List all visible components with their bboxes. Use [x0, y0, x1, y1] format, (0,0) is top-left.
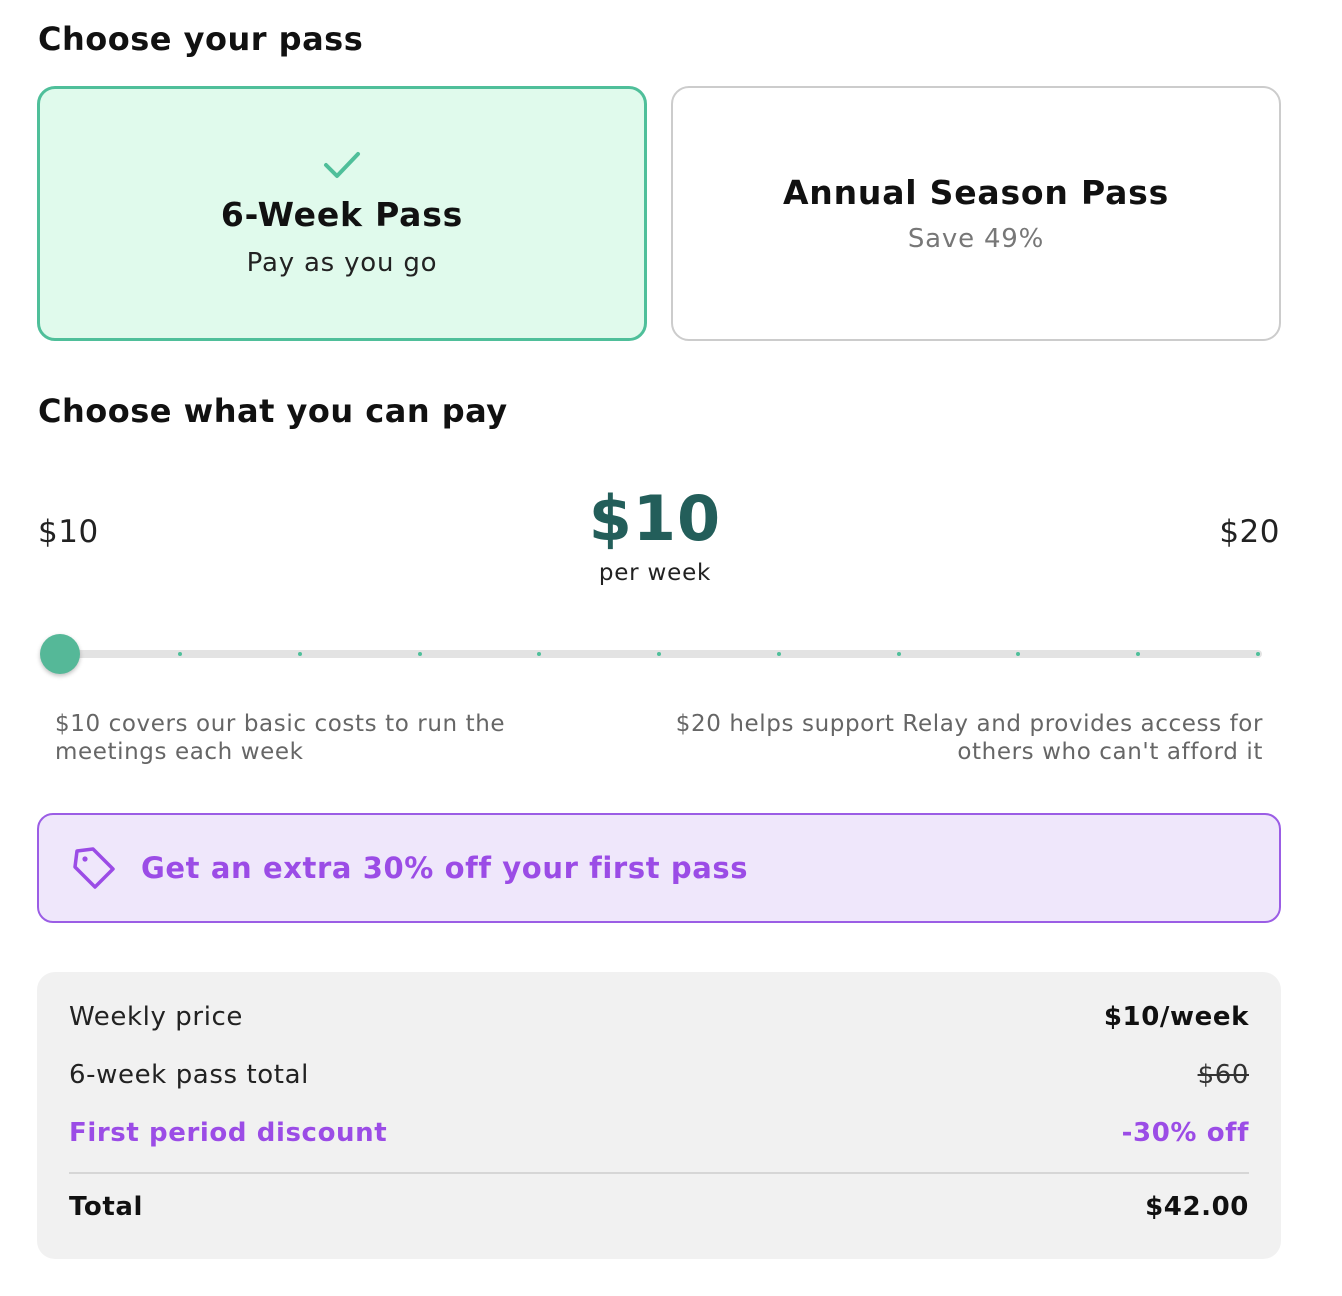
summary-row-discount: First period discount -30% off: [69, 1118, 1249, 1148]
choose-pass-heading: Choose your pass: [38, 20, 364, 58]
summary-label: First period discount: [69, 1118, 388, 1148]
slider-tick: [417, 652, 422, 656]
slider-track[interactable]: [40, 650, 1262, 658]
price-summary: Weekly price $10/week 6-week pass total …: [37, 972, 1281, 1259]
price-slider[interactable]: [40, 632, 1262, 676]
pass-title: Annual Season Pass: [782, 173, 1170, 212]
slider-tick: [297, 652, 302, 656]
price-unit-label: per week: [598, 560, 712, 586]
summary-divider: [69, 1172, 1249, 1174]
summary-row-total: Total $42.00: [69, 1192, 1249, 1222]
pass-subtitle: Save 49%: [907, 224, 1045, 254]
summary-value: -30% off: [1121, 1118, 1249, 1148]
check-icon: [324, 152, 360, 178]
pass-option-annual[interactable]: Annual Season Pass Save 49%: [671, 86, 1281, 341]
min-price-note: $10 covers our basic costs to run the me…: [55, 711, 506, 765]
slider-tick: [178, 652, 182, 656]
max-price-note: $20 helps support Relay and provides acc…: [675, 711, 1263, 765]
summary-value: $42.00: [1145, 1192, 1249, 1222]
promo-text: Get an extra 30% off your first pass: [141, 851, 749, 885]
summary-value-struck: $60: [1197, 1060, 1249, 1090]
pass-title: 6-Week Pass: [220, 195, 464, 234]
tag-icon: [73, 847, 115, 889]
pass-option-6-week[interactable]: 6-Week Pass Pay as you go: [37, 86, 647, 341]
pass-subtitle: Pay as you go: [246, 248, 438, 278]
summary-label: 6-week pass total: [69, 1060, 309, 1090]
price-max-label: $20: [1219, 514, 1280, 550]
summary-row-pass-total: 6-week pass total $60: [69, 1060, 1249, 1090]
summary-value: $10/week: [1103, 1002, 1249, 1032]
slider-tick: [776, 652, 781, 656]
current-price: $10: [588, 482, 722, 555]
slider-thumb[interactable]: [40, 634, 80, 674]
summary-label: Total: [69, 1192, 144, 1222]
summary-label: Weekly price: [69, 1002, 244, 1032]
summary-row-weekly: Weekly price $10/week: [69, 1002, 1249, 1032]
slider-tick: [1256, 652, 1260, 656]
choose-pay-heading: Choose what you can pay: [38, 392, 508, 430]
promo-code-button[interactable]: Get an extra 30% off your first pass: [37, 813, 1281, 923]
pass-selection-page: Choose your pass 6-Week Pass Pay as you …: [0, 0, 1342, 1296]
slider-tick: [896, 652, 901, 656]
